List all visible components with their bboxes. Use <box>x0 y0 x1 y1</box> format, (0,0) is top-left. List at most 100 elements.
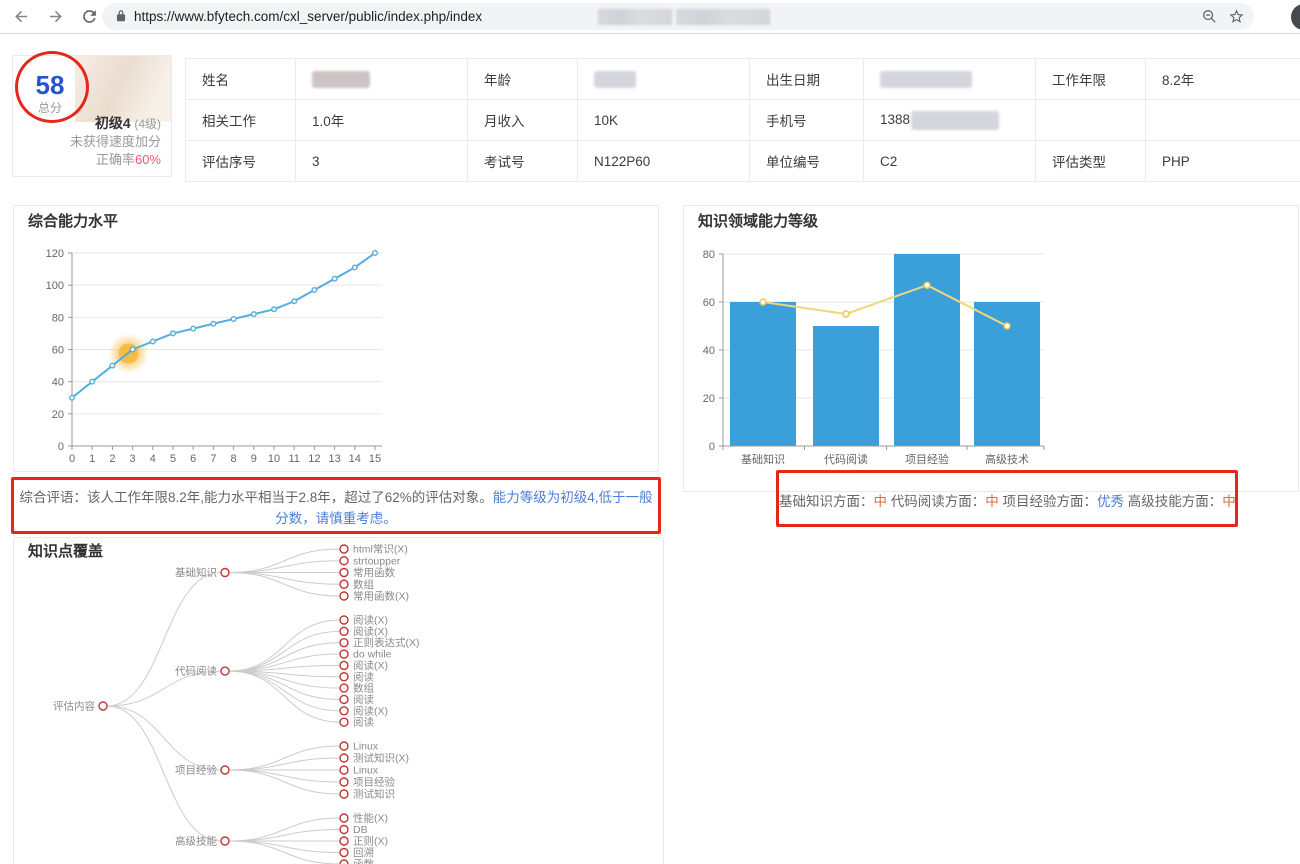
svg-text:15: 15 <box>369 453 381 465</box>
leaf-label: 阅读 <box>353 670 374 683</box>
area-grade: 中 <box>873 494 888 509</box>
leaf-label: 阅读 <box>353 693 374 706</box>
leaf-node <box>339 626 349 637</box>
info-label: 姓名 <box>185 58 296 100</box>
knowledge-tree-chart: html常识(X)strtoupper常用函数数组常用函数(X)基础知识阅读(X… <box>53 543 420 864</box>
leaf-label: 阅读(X) <box>353 659 388 672</box>
root-label: 评估内容 <box>53 700 95 713</box>
svg-text:7: 7 <box>210 453 216 465</box>
leaf-label: 数组 <box>353 682 374 695</box>
branch-label: 代码阅读 <box>175 665 217 678</box>
leaf-node <box>339 706 349 716</box>
leaf-label: 测试知识 <box>353 788 395 801</box>
leaf-label: do while <box>353 649 392 661</box>
knowledge-line-markers <box>759 281 1011 330</box>
area-label: 基础知识方面： <box>779 494 874 509</box>
svg-text:60: 60 <box>703 297 715 309</box>
tree-edges <box>106 548 341 864</box>
leaf-node <box>339 753 349 763</box>
root-node <box>98 701 108 711</box>
leaf-label: strtoupper <box>353 555 401 567</box>
info-label: 相关工作 <box>185 99 296 141</box>
leaf-label: html常识(X) <box>353 543 408 556</box>
svg-text:80: 80 <box>703 249 715 261</box>
leaf-node <box>339 717 349 727</box>
zoom-out-icon[interactable] <box>1201 8 1218 25</box>
accuracy-value: 60% <box>134 152 161 167</box>
leaf-node <box>339 556 349 566</box>
accuracy-label: 正确率 <box>95 152 135 167</box>
svg-text:20: 20 <box>52 409 64 421</box>
leaf-label: 常用函数(X) <box>353 590 409 603</box>
level-suffix: (4级) <box>134 117 161 131</box>
svg-text:0: 0 <box>69 453 75 465</box>
svg-text:高级技术: 高级技术 <box>985 452 1029 466</box>
leaf-label: 函数 <box>353 858 374 864</box>
info-label: 月收入 <box>467 99 578 141</box>
area-scores-text: 基础知识方面：中 代码阅读方面：中 项目经验方面：优秀 高级技能方面：中 <box>779 490 1236 510</box>
svg-text:代码阅读: 代码阅读 <box>824 452 868 466</box>
address-bar[interactable]: https://www.bfytech.com/cxl_server/publi… <box>102 3 1254 30</box>
forward-icon[interactable] <box>46 7 65 26</box>
info-label: 出生日期 <box>749 58 864 100</box>
leaf-node <box>339 813 349 823</box>
redacted-url-segment <box>676 9 770 25</box>
svg-text:9: 9 <box>251 453 257 465</box>
back-icon[interactable] <box>12 7 31 26</box>
leaf-label: 阅读 <box>353 716 374 729</box>
leaf-node <box>339 847 349 858</box>
branch-label: 项目经验 <box>175 764 217 777</box>
info-label: 评估序号 <box>185 140 296 182</box>
svg-text:12: 12 <box>308 453 320 465</box>
branch-node <box>220 836 230 846</box>
leaf-node <box>339 859 349 864</box>
bar <box>813 326 879 446</box>
leaf-node <box>339 836 349 846</box>
svg-text:10: 10 <box>268 453 280 465</box>
leaf-node <box>339 615 349 625</box>
ability-line-series <box>71 252 376 399</box>
bar-chart-title: 知识领域能力等级 <box>698 213 819 230</box>
svg-text:14: 14 <box>349 453 361 465</box>
leaf-node <box>339 579 349 589</box>
svg-text:80: 80 <box>52 312 64 324</box>
leaf-node <box>339 789 349 799</box>
svg-text:1: 1 <box>89 453 95 465</box>
leaf-label: Linux <box>353 741 379 753</box>
leaf-label: 测试知识(X) <box>353 752 409 765</box>
candidate-info-table: 姓名 年龄 出生日期 工作年限 8.2年 相关工作 1.0年 月收入 10K 手机号 1388 评估序… <box>185 58 1300 182</box>
star-bookmark-icon[interactable] <box>1228 8 1245 25</box>
level-label: 初级4 <box>94 115 131 131</box>
branch-label: 基础知识 <box>175 566 217 579</box>
area-scores-annotation-box: 基础知识方面：中 代码阅读方面：中 项目经验方面：优秀 高级技能方面：中 <box>776 470 1238 527</box>
ability-line-chart-card: 综合能力水平 0 1 2 3 4 5 6 7 8 9 10 11 12 13 14 15 0 20 40 60 80 10… <box>13 205 659 472</box>
ability-line-chart: 0 1 2 3 4 5 6 7 8 9 10 11 12 13 14 15020406080100120 <box>46 248 382 465</box>
info-label: 工作年限 <box>1035 58 1146 100</box>
leaf-node <box>339 824 349 835</box>
line-chart-title: 综合能力水平 <box>28 213 119 230</box>
score-details: 初级4 (4级) 未获得速度加分 正确率60% <box>70 114 161 169</box>
info-value: 10K <box>577 99 750 141</box>
browser-window: https://www.bfytech.com/cxl_server/publi… <box>0 0 1300 864</box>
svg-text:40: 40 <box>52 377 64 389</box>
knowledge-bar-chart: 0 20 40 60 80 基础知识 代码阅读 项目经验 高级技术 <box>703 249 1045 466</box>
area-grade: 中 <box>1222 494 1236 509</box>
profile-avatar[interactable] <box>1291 4 1300 30</box>
total-score-label: 总分 <box>37 101 62 115</box>
branch-node <box>220 765 230 775</box>
redacted-value <box>911 110 1000 130</box>
svg-text:120: 120 <box>46 248 64 260</box>
info-value: C2 <box>863 140 1036 182</box>
redacted-value <box>594 70 636 88</box>
leaf-node <box>339 672 349 682</box>
redacted-url-segment <box>598 9 672 25</box>
leaf-node <box>339 660 349 671</box>
area-label: 代码阅读方面： <box>887 494 986 509</box>
leaf-node <box>339 637 349 648</box>
reload-icon[interactable] <box>80 7 99 26</box>
info-value <box>863 58 1036 100</box>
leaf-node <box>339 765 349 775</box>
leaf-node <box>339 567 349 578</box>
svg-text:0: 0 <box>58 441 64 453</box>
svg-text:40: 40 <box>703 345 715 357</box>
